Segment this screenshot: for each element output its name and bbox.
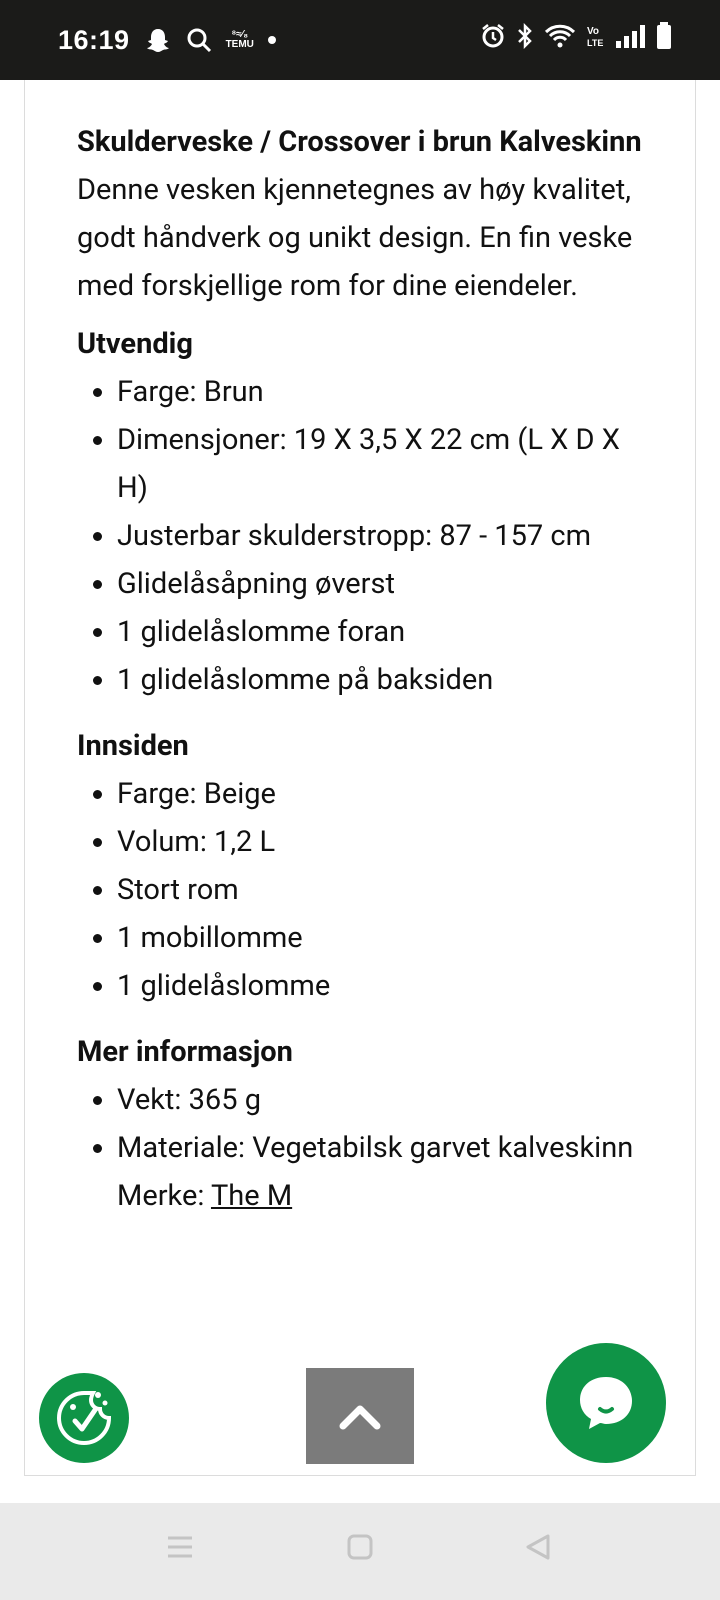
bluetooth-icon <box>518 23 532 49</box>
wifi-icon <box>544 24 576 48</box>
list-item: Farge: Beige <box>117 770 657 818</box>
volte-icon: Vo LTE <box>587 26 603 48</box>
chevron-up-icon <box>339 1405 381 1430</box>
list-item-brand: Merke: The M <box>117 1172 657 1220</box>
section-heading-mer-informasjon: Mer informasjon <box>77 1035 293 1069</box>
list-item: 1 mobillomme <box>117 914 657 962</box>
list-item: Justerbar skulderstropp: 87 - 157 cm <box>117 512 657 560</box>
temu-icon-label: TEMU <box>225 39 254 50</box>
cookie-consent-icon <box>57 1391 112 1445</box>
product-content: Skulderveske / Crossover i brun Kalveski… <box>77 118 657 1238</box>
chat-bubble-icon <box>580 1377 632 1429</box>
snapchat-icon <box>146 29 169 52</box>
list-item: Farge: Brun <box>117 368 657 416</box>
list-utvendig: Farge: Brun Dimensjoner: 19 X 3,5 X 22 c… <box>77 368 657 704</box>
list-item: 1 glidelåslomme foran <box>117 608 657 656</box>
list-item: Dimensjoner: 19 X 3,5 X 22 cm (L X D X H… <box>117 416 657 512</box>
temu-icon: ⁸≈⁄₈ TEMU <box>226 30 254 50</box>
list-item: Vekt: 365 g <box>117 1076 657 1124</box>
recent-apps-icon[interactable] <box>166 1533 194 1561</box>
list-mer-informasjon: Vekt: 365 g Materiale: Vegetabilsk garve… <box>77 1076 657 1220</box>
list-item: Materiale: Vegetabilsk garvet kalveskinn <box>117 1124 657 1172</box>
signal-icon <box>616 25 645 48</box>
list-item: 1 glidelåslomme på baksiden <box>117 656 657 704</box>
svg-text:LTE: LTE <box>587 38 603 48</box>
back-icon[interactable] <box>524 1533 552 1561</box>
list-item: Stort rom <box>117 866 657 914</box>
scroll-to-top-button[interactable] <box>306 1368 414 1464</box>
section-heading-utvendig: Utvendig <box>77 327 193 361</box>
system-navigation-bar <box>0 1503 720 1600</box>
section-heading-innsiden: Innsiden <box>77 729 189 763</box>
brand-link[interactable]: The M <box>211 1179 292 1213</box>
search-icon <box>187 28 211 53</box>
list-innsiden: Farge: Beige Volum: 1,2 L Stort rom 1 mo… <box>77 770 657 1010</box>
home-icon[interactable] <box>346 1533 374 1561</box>
list-item: Glidelåsåpning øverst <box>117 560 657 608</box>
status-bar: 16:19 ⁸≈⁄₈ TEMU Vo LTE <box>0 0 720 80</box>
battery-icon <box>657 22 671 49</box>
list-item: Volum: 1,2 L <box>117 818 657 866</box>
chat-button[interactable] <box>546 1343 666 1463</box>
status-time: 16:19 <box>58 24 130 55</box>
cookie-consent-button[interactable] <box>39 1373 129 1463</box>
product-title: Skulderveske / Crossover i brun Kalveski… <box>77 125 642 159</box>
notification-dot-icon <box>267 36 276 44</box>
alarm-icon <box>482 24 504 48</box>
status-right: Vo LTE <box>480 22 672 50</box>
list-item: 1 glidelåslomme <box>117 962 657 1010</box>
product-description: Denne vesken kjennetegnes av høy kvalite… <box>77 173 633 303</box>
svg-text:Vo: Vo <box>587 26 599 37</box>
brand-label: Merke: <box>117 1179 211 1213</box>
status-left: 16:19 ⁸≈⁄₈ TEMU <box>58 25 276 56</box>
product-description-card: Skulderveske / Crossover i brun Kalveski… <box>24 80 696 1476</box>
